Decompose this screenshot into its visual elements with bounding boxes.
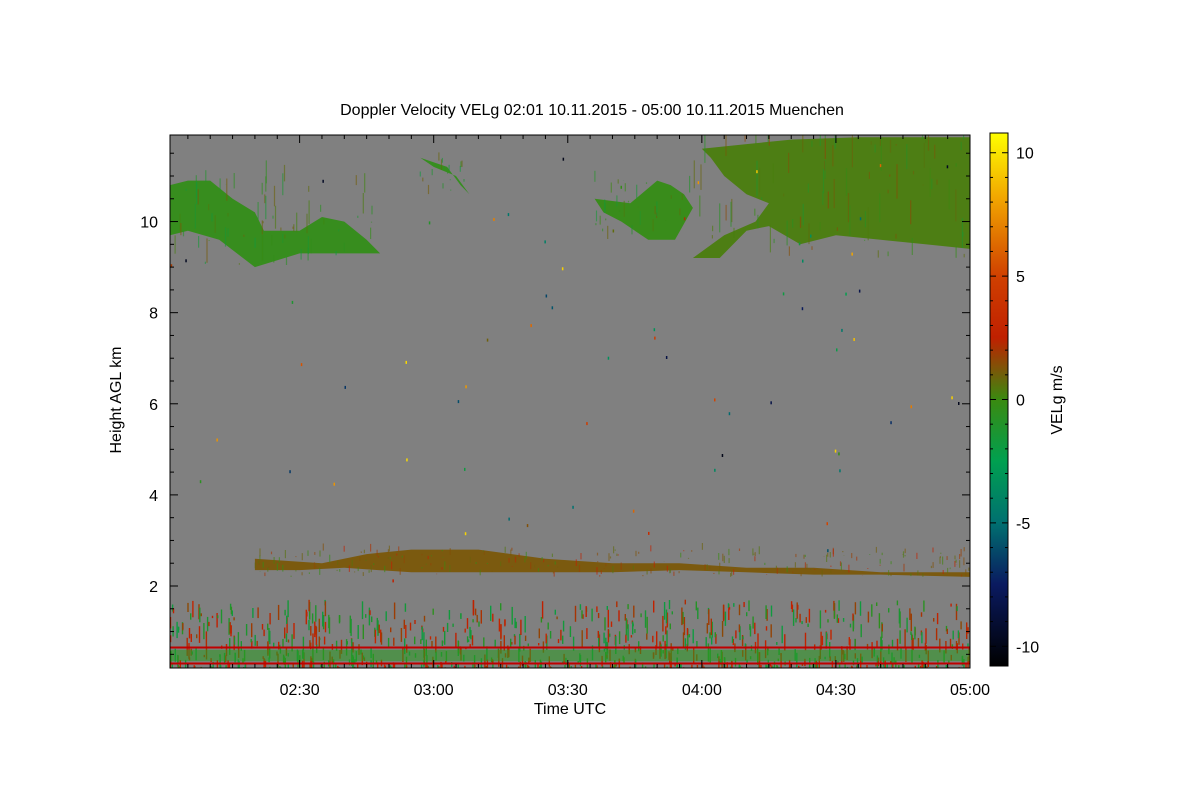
x-tick-label: 05:00: [950, 682, 990, 699]
speckle: [406, 458, 408, 462]
speckle: [834, 449, 837, 453]
speckle: [910, 405, 912, 409]
speckle: [507, 213, 510, 217]
speckle: [333, 482, 335, 486]
x-tick-label: 03:00: [414, 682, 454, 699]
speckle: [612, 229, 615, 233]
speckle: [714, 468, 716, 472]
speckle: [632, 509, 635, 513]
speckle: [465, 385, 467, 389]
speckle: [653, 328, 656, 332]
speckle: [561, 267, 564, 271]
speckle: [216, 438, 218, 442]
speckle: [493, 218, 495, 221]
speckle: [770, 401, 772, 405]
plot-area: [170, 135, 970, 668]
speckle: [486, 338, 489, 342]
speckle: [185, 259, 187, 263]
colorbar-tick-label: 10: [1016, 146, 1034, 163]
speckle: [654, 336, 656, 340]
speckle: [544, 240, 546, 244]
speckle: [562, 157, 565, 161]
speckle: [714, 398, 716, 402]
speckle: [464, 532, 467, 536]
speckle: [648, 531, 650, 535]
speckle: [845, 292, 847, 296]
speckle: [827, 549, 829, 553]
speckle: [721, 454, 724, 457]
chart-title: Doppler Velocity VELg 02:01 10.11.2015 -…: [340, 102, 844, 119]
colorbar: 10 5 0 -5 -10: [989, 132, 1039, 667]
speckle: [545, 294, 548, 298]
speckle: [890, 421, 892, 425]
colorbar-tick-label: -10: [1016, 639, 1039, 656]
speckle: [859, 217, 862, 221]
x-axis-label: Time UTC: [534, 701, 606, 718]
speckle: [526, 524, 529, 528]
speckle: [851, 252, 853, 256]
x-tick-label: 04:30: [816, 682, 856, 699]
speckle: [801, 307, 804, 311]
speckle: [344, 385, 346, 389]
speckle: [620, 185, 622, 189]
speckle: [782, 292, 785, 296]
speckle: [756, 170, 758, 174]
speckle: [551, 306, 554, 310]
speckle: [508, 517, 510, 521]
colorbar-tick-label: 5: [1016, 269, 1025, 286]
speckle: [665, 356, 668, 359]
speckle: [858, 289, 861, 293]
speckle: [946, 165, 949, 169]
speckle: [291, 300, 294, 304]
speckle: [958, 402, 960, 405]
doppler-velocity-chart: Doppler Velocity VELg 02:01 10.11.2015 -…: [108, 102, 1066, 718]
speckle: [838, 452, 840, 456]
speckle: [810, 234, 812, 238]
speckle: [839, 469, 841, 473]
y-tick-label: 4: [149, 488, 158, 505]
x-tick-label: 04:00: [682, 682, 722, 699]
speckle: [300, 363, 303, 367]
chart-stage: Doppler Velocity VELg 02:01 10.11.2015 -…: [0, 0, 1200, 800]
y-tick-label: 8: [149, 306, 158, 323]
speckle: [199, 480, 202, 484]
speckle: [586, 422, 588, 426]
green-band: [170, 649, 970, 662]
speckle: [572, 505, 574, 509]
colorbar-tick-label: 0: [1016, 393, 1025, 410]
speckle: [802, 259, 804, 263]
y-tick-label: 2: [149, 579, 158, 596]
speckle: [798, 242, 801, 246]
speckle: [289, 470, 291, 474]
colorbar-label: VELg m/s: [1049, 365, 1066, 434]
speckle: [879, 164, 882, 168]
colorbar-tick-label: -5: [1016, 516, 1030, 533]
speckle: [697, 181, 700, 185]
speckle: [428, 221, 431, 225]
speckle: [392, 579, 394, 583]
speckle: [457, 400, 460, 404]
y-tick-label: 10: [140, 215, 158, 232]
speckle: [464, 467, 466, 471]
speckle: [951, 396, 953, 400]
speckle: [607, 356, 610, 360]
speckle: [530, 324, 532, 328]
y-axis-label: Height AGL km: [108, 346, 125, 453]
speckle: [853, 338, 855, 341]
speckle: [728, 412, 731, 416]
speckle: [826, 522, 828, 526]
y-tick-label: 6: [149, 397, 158, 414]
speckle: [322, 179, 324, 183]
x-tick-label: 02:30: [280, 682, 320, 699]
speckle: [841, 328, 843, 332]
speckle: [836, 348, 838, 352]
speckle: [683, 217, 686, 221]
speckle: [405, 360, 407, 364]
x-tick-label: 03:30: [548, 682, 588, 699]
